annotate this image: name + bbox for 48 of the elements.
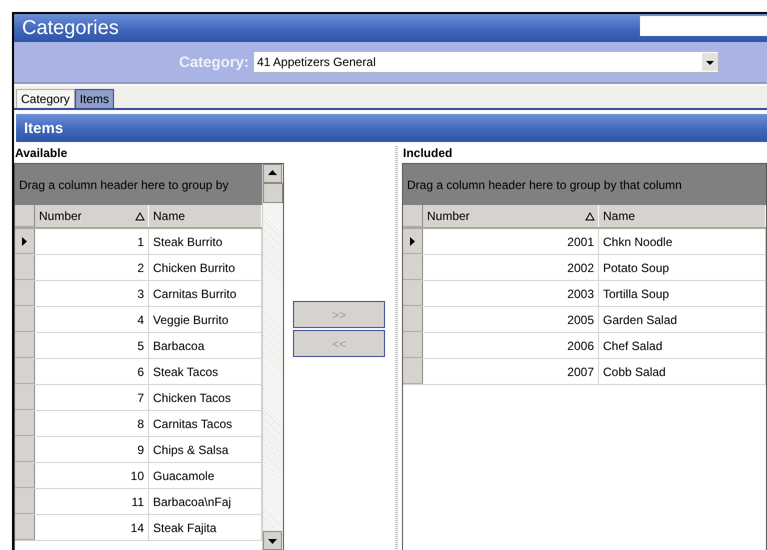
window-title: Categories [22,16,119,40]
title-field[interactable] [640,16,767,36]
table-cell: 3 [35,281,149,306]
table-cell: 6 [35,359,149,384]
table-cell: 2006 [423,333,599,358]
table-cell: Chkn Noodle [599,229,766,254]
scroll-up-icon[interactable] [263,164,282,183]
list-label: Available [14,146,68,162]
table-cell: Garden Salad [599,307,766,332]
table-cell: 2003 [423,281,599,306]
table-cell: 9 [35,437,149,462]
current-row-icon [22,236,27,246]
row-selector[interactable] [15,229,35,254]
table-cell: 10 [35,463,149,488]
column-header[interactable]: Name [599,205,766,227]
table-cell: 2005 [423,307,599,332]
table-cell: Potato Soup [599,255,766,280]
scroll-thumb[interactable] [263,183,283,203]
table-cell: 2002 [423,255,599,280]
section-title: Items [24,120,64,136]
table-cell: 14 [35,515,149,540]
category-label: Category: [179,54,250,70]
sort-ascending-icon [585,212,595,220]
table-cell: 2001 [423,229,599,254]
table-cell: 8 [35,411,149,436]
scroll-down-icon[interactable] [263,531,282,550]
table-cell: 7 [35,385,149,410]
current-row-icon [410,236,415,246]
table-cell: 2 [35,255,149,280]
table-cell: 5 [35,333,149,358]
group-by-hint: Drag a column header here to group by [19,178,228,192]
sort-ascending-icon [135,212,145,220]
row-selector[interactable] [403,229,423,254]
table-cell: 4 [35,307,149,332]
category-dropdown[interactable]: 41 Appetizers General [253,51,720,73]
table-cell: Chef Salad [599,333,766,358]
column-header[interactable]: Number [35,205,149,227]
list-label: Included [402,146,454,162]
vertical-scrollbar[interactable] [262,164,283,550]
table-cell: 11 [35,489,149,514]
group-by-hint: Drag a column header here to group by that column [407,178,682,192]
tab[interactable]: Items [74,89,114,108]
table-cell: Tortilla Soup [599,281,766,306]
column-header[interactable]: Number [423,205,599,227]
table-cell: 1 [35,229,149,254]
table-cell: Cobb Salad [599,359,766,384]
table-cell: 2007 [423,359,599,384]
tab[interactable]: Category [16,89,75,108]
